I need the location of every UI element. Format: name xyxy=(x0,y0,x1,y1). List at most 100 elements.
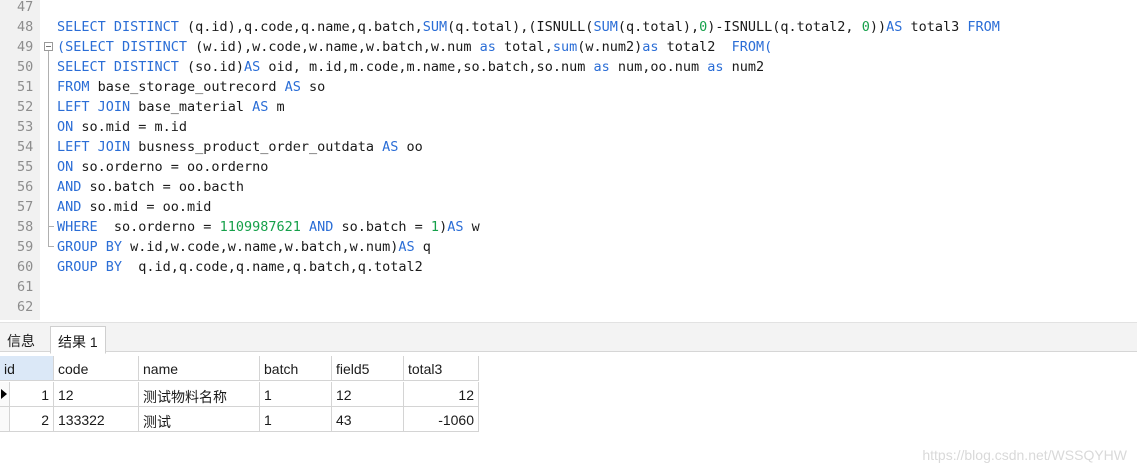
sql-keyword: AS xyxy=(398,239,415,255)
cell-code[interactable]: 12 xyxy=(54,382,139,407)
sql-keyword: AS xyxy=(447,219,464,235)
current-row-arrow-icon xyxy=(1,389,7,399)
tab-result-1[interactable]: 结果 1 xyxy=(50,326,106,354)
sql-text: oo xyxy=(398,139,423,155)
cell-total3[interactable]: -1060 xyxy=(404,407,479,432)
code-text: LEFT JOIN base_material AS m xyxy=(57,99,285,115)
cell-code[interactable]: 133322 xyxy=(54,407,139,432)
sql-text: (q.id),q.code,q.name,q.batch, xyxy=(187,19,423,35)
code-text: FROM base_storage_outrecord AS so xyxy=(57,79,325,95)
sql-number: 1 xyxy=(430,219,440,235)
sql-text: ) xyxy=(439,219,448,235)
code-text: SELECT DISTINCT (q.id),q.code,q.name,q.b… xyxy=(57,19,1000,35)
code-text: LEFT JOIN busness_product_order_outdata … xyxy=(57,139,423,155)
sql-text: total3 xyxy=(902,19,968,35)
column-header-field5[interactable]: field5 xyxy=(332,356,404,381)
code-line[interactable]: 49 (SELECT DISTINCT (w.id),w.code,w.name,… xyxy=(0,36,1137,56)
cell-field5[interactable]: 12 xyxy=(332,382,404,407)
sql-number: 1109987621 xyxy=(219,219,301,235)
cell-total3[interactable]: 12 xyxy=(404,382,479,407)
fold-end-guide xyxy=(48,216,54,227)
sql-text: (w.id),w.code,w.name,w.batch,w.num xyxy=(195,39,480,55)
sql-text: q xyxy=(414,239,431,255)
code-text: GROUP BY w.id,w.code,w.name,w.batch,w.nu… xyxy=(57,239,431,255)
code-line[interactable]: 59 GROUP BY w.id,w.code,w.name,w.batch,w.… xyxy=(0,236,1137,256)
fold-guide xyxy=(48,227,49,236)
sql-keyword: sum xyxy=(552,39,578,55)
code-line[interactable]: 55 ON so.orderno = oo.orderno xyxy=(0,156,1137,176)
code-line[interactable]: 51 FROM base_storage_outrecord AS so xyxy=(0,76,1137,96)
cell-name[interactable]: 测试 xyxy=(139,407,260,432)
line-number: 52 xyxy=(17,99,34,115)
code-line[interactable]: 54 LEFT JOIN busness_product_order_outdat… xyxy=(0,136,1137,156)
sql-text: so.mid = oo.mid xyxy=(81,199,212,215)
sql-text: total2 xyxy=(658,39,732,55)
sql-text: (w.num2) xyxy=(577,39,643,55)
code-text: ON so.orderno = oo.orderno xyxy=(57,159,268,175)
sql-editor[interactable]: 47 48 SELECT DISTINCT (q.id),q.code,q.name… xyxy=(0,0,1137,320)
sql-text: w.id,w.code,w.name,w.batch,w.num) xyxy=(122,239,399,255)
cell-name[interactable]: 测试物料名称 xyxy=(139,382,260,407)
sql-keyword: SELECT DISTINCT xyxy=(57,59,188,75)
line-number: 53 xyxy=(17,119,34,135)
cell-field5[interactable]: 43 xyxy=(332,407,404,432)
line-number: 55 xyxy=(17,159,34,175)
column-header-total3[interactable]: total3 xyxy=(404,356,479,381)
sql-keyword: SUM xyxy=(593,19,618,35)
sql-keyword: AND xyxy=(308,219,334,235)
line-number: 48 xyxy=(17,19,34,35)
sql-keyword: FROM xyxy=(967,19,1000,35)
sql-text: base_material xyxy=(130,99,253,115)
code-line[interactable]: 50 SELECT DISTINCT (so.id)AS oid, m.id,m.… xyxy=(0,56,1137,76)
line-number: 47 xyxy=(17,0,34,15)
column-header-name[interactable]: name xyxy=(139,356,260,381)
code-line[interactable]: 62 xyxy=(0,296,1137,316)
sql-keyword: WHERE xyxy=(57,219,98,235)
column-header-id[interactable]: id xyxy=(0,356,54,381)
sql-text: total, xyxy=(495,39,553,55)
line-number: 62 xyxy=(17,299,34,315)
cell-batch[interactable]: 1 xyxy=(260,382,332,407)
sql-keyword: SELECT DISTINCT xyxy=(57,19,188,35)
sql-keyword: as xyxy=(642,39,659,55)
code-text: ON so.mid = m.id xyxy=(57,119,187,135)
line-number: 59 xyxy=(17,239,34,255)
code-line[interactable]: 61 xyxy=(0,276,1137,296)
cell-batch[interactable]: 1 xyxy=(260,407,332,432)
line-number: 54 xyxy=(17,139,34,155)
sql-keyword: AND xyxy=(57,199,82,215)
sql-keyword: as xyxy=(707,59,724,75)
sql-keyword: ON xyxy=(57,159,74,175)
sql-text: )-ISNULL(q.total2, xyxy=(707,19,862,35)
code-line[interactable]: 53 ON so.mid = m.id xyxy=(0,116,1137,136)
code-line[interactable]: 47 xyxy=(0,0,1137,16)
sql-keyword: SUM xyxy=(422,19,448,35)
code-line[interactable]: 56 AND so.batch = oo.bacth xyxy=(0,176,1137,196)
tab-info[interactable]: 信息 xyxy=(0,326,42,353)
code-line[interactable]: 52 LEFT JOIN base_material AS m xyxy=(0,96,1137,116)
cell-id[interactable]: 1 xyxy=(10,382,54,407)
sql-keyword: AS xyxy=(252,99,269,115)
line-number: 60 xyxy=(17,259,34,275)
sql-keyword: as xyxy=(593,59,610,75)
line-number: 57 xyxy=(17,199,34,215)
line-number: 51 xyxy=(17,79,34,95)
sql-text: oid, m.id,m.code,m.name,so.batch,so.num xyxy=(260,59,594,75)
code-line[interactable]: 48 SELECT DISTINCT (q.id),q.code,q.name,q… xyxy=(0,16,1137,36)
sql-text: so xyxy=(300,79,326,95)
cell-id[interactable]: 2 xyxy=(10,407,54,432)
code-line[interactable]: 57 AND so.mid = oo.mid xyxy=(0,196,1137,216)
sql-text: so.batch = xyxy=(333,219,431,235)
code-text: AND so.batch = oo.bacth xyxy=(57,179,244,195)
column-header-batch[interactable]: batch xyxy=(260,356,332,381)
code-line[interactable]: 60 GROUP BY q.id,q.code,q.name,q.batch,q.… xyxy=(0,256,1137,276)
column-header-code[interactable]: code xyxy=(54,356,139,381)
code-line[interactable]: 58 WHERE so.orderno = 1109987621 AND so.b… xyxy=(0,216,1137,236)
line-number: 50 xyxy=(17,59,34,75)
sql-keyword: LEFT JOIN xyxy=(57,99,131,115)
fold-collapse-icon[interactable] xyxy=(44,42,53,51)
fold-guide xyxy=(48,56,49,76)
fold-guide xyxy=(48,96,49,116)
fold-guide xyxy=(48,76,49,96)
sql-text: (so.id) xyxy=(187,59,244,75)
